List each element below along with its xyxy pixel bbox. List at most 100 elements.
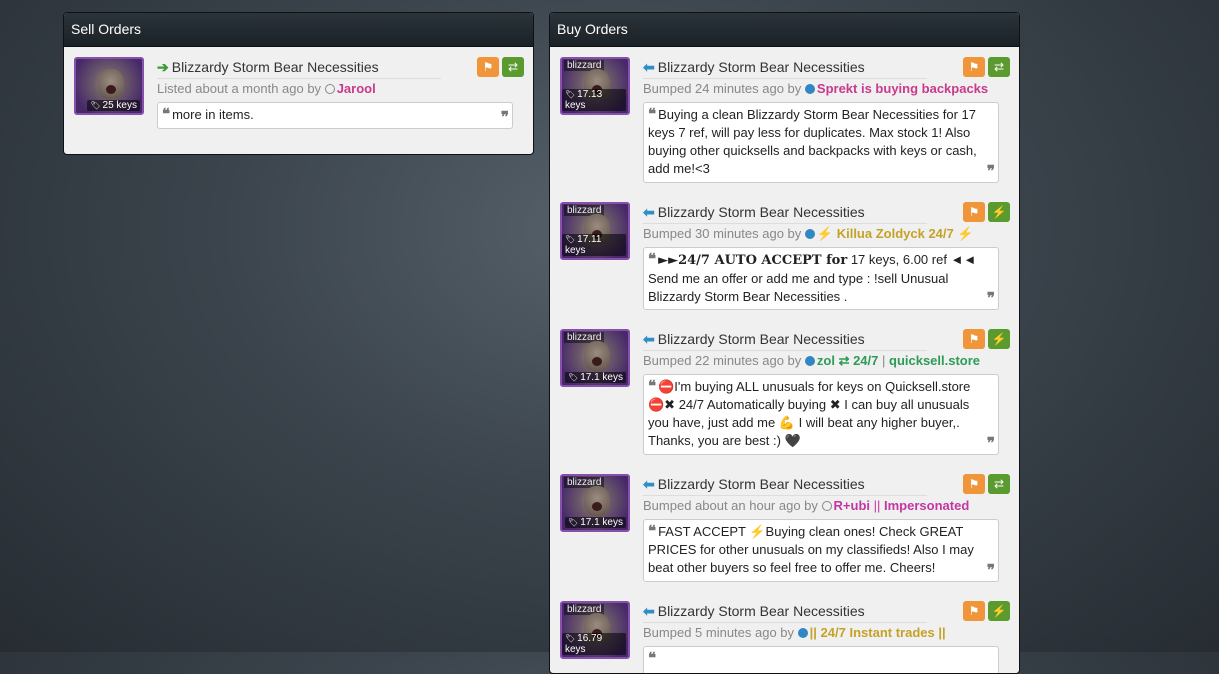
buy-orders-panel: Buy Orders blizzard 🏷 17.13 keys ⬅ Blizzar… (549, 12, 1020, 674)
quote-close-icon: ❞ (500, 109, 509, 126)
item-thumbnail[interactable]: blizzard 🏷 17.11 keys (560, 202, 630, 260)
user-link[interactable]: Jarool (337, 81, 376, 96)
tag-icon: 🏷 (568, 518, 579, 527)
user-extra-link[interactable]: quicksell.store (889, 353, 980, 368)
item-title[interactable]: ⬅ Blizzardy Storm Bear Necessities (643, 476, 927, 496)
arrow-left-icon: ⬅ (643, 476, 655, 492)
trade-offer-button[interactable]: ⇄ (988, 57, 1010, 77)
arrow-right-icon: ➔ (157, 59, 169, 75)
listing-meta: Bumped 30 minutes ago by ⚡ Killua Zoldyc… (643, 226, 974, 241)
user-link[interactable]: zol ⇄ 24/7 (817, 353, 878, 368)
user-link[interactable]: ⚡ Killua Zoldyck 24/7 ⚡ (817, 226, 974, 241)
quote-close-icon: ❞ (986, 290, 995, 307)
quote-close-icon: ❞ (986, 435, 995, 452)
status-online-icon (804, 356, 815, 366)
arrow-left-icon: ⬅ (643, 204, 655, 220)
listing-comment: ❝ Buying a clean Blizzardy Storm Bear Nec… (643, 102, 999, 183)
lightning-icon: ⚡ (991, 332, 1007, 346)
flag-button[interactable]: ⚑ (477, 57, 499, 77)
flag-icon: ⚑ (968, 205, 980, 219)
item-title[interactable]: ➔ Blizzardy Storm Bear Necessities (157, 59, 441, 79)
quote-open-icon: ❝ (162, 106, 171, 123)
listing-comment: ❝ ►►24/7 AUTO ACCEPT for 17 keys, 6.00 re… (643, 247, 999, 310)
instant-trade-button[interactable]: ⚡ (988, 329, 1010, 349)
exchange-icon: ⇄ (507, 60, 519, 74)
sell-orders-header: Sell Orders (64, 13, 533, 47)
price-badge: 🏷 17.13 keys (562, 89, 626, 111)
quote-open-icon: ❝ (648, 251, 657, 268)
flag-icon: ⚑ (482, 60, 494, 74)
listing-actions: ⚑ ⇄ (960, 57, 1010, 77)
status-offline-icon (324, 84, 335, 94)
listing-actions: ⚑ ⚡ (960, 329, 1010, 349)
price-badge: 🏷 17.1 keys (565, 372, 626, 383)
item-thumbnail[interactable]: blizzard 🏷 17.1 keys (560, 329, 630, 387)
tag-icon: 🏷 (565, 90, 576, 99)
listing-actions: ⚑ ⇄ (474, 57, 524, 77)
flag-button[interactable]: ⚑ (963, 202, 985, 222)
item-thumbnail[interactable]: blizzard 🏷 16.79 keys (560, 601, 630, 659)
flag-icon: ⚑ (968, 60, 980, 74)
instant-trade-button[interactable]: ⚡ (988, 601, 1010, 621)
sell-orders-panel: Sell Orders 🏷 25 keys ➔ Blizzardy Storm Be… (63, 12, 534, 155)
arrow-left-icon: ⬅ (643, 603, 655, 619)
bear-icon (584, 341, 610, 371)
status-online-icon (804, 229, 815, 239)
item-title[interactable]: ⬅ Blizzardy Storm Bear Necessities (643, 59, 927, 79)
status-online-icon (797, 628, 808, 638)
trade-offer-button[interactable]: ⇄ (502, 57, 524, 77)
tag-icon: 🏷 (565, 634, 576, 643)
listing-meta: Listed about a month ago by Jarool (157, 81, 376, 96)
tag-icon: 🏷 (568, 373, 579, 382)
status-online-icon (804, 84, 815, 94)
quote-open-icon: ❝ (648, 106, 657, 123)
user-link[interactable]: R+ubi (834, 498, 870, 513)
exchange-icon: ⇄ (993, 60, 1005, 74)
flag-button[interactable]: ⚑ (963, 329, 985, 349)
lightning-icon: ⚡ (991, 205, 1007, 219)
item-title[interactable]: ⬅ Blizzardy Storm Bear Necessities (643, 331, 927, 351)
listing-comment: ❝ (643, 646, 999, 673)
instant-trade-button[interactable]: ⚡ (988, 202, 1010, 222)
trade-offer-button[interactable]: ⇄ (988, 474, 1010, 494)
price-badge: 🏷 17.11 keys (562, 234, 626, 256)
listing-actions: ⚑ ⚡ (960, 601, 1010, 621)
listing-actions: ⚑ ⇄ (960, 474, 1010, 494)
listing-meta: Bumped 22 minutes ago by zol ⇄ 24/7 | qu… (643, 353, 981, 368)
tag-icon: 🏷 (565, 235, 576, 244)
price-badge: 🏷 17.1 keys (565, 517, 626, 528)
quote-open-icon: ❝ (648, 378, 657, 395)
arrow-left-icon: ⬅ (643, 59, 655, 75)
listing-comment: ❝ FAST ACCEPT ⚡Buying clean ones! Check G… (643, 519, 999, 582)
item-title[interactable]: ⬅ Blizzardy Storm Bear Necessities (643, 204, 927, 224)
quote-close-icon: ❞ (986, 163, 995, 180)
bear-icon (584, 486, 610, 516)
status-offline-icon (821, 501, 832, 511)
exchange-icon: ⇄ (993, 477, 1005, 491)
item-title[interactable]: ⬅ Blizzardy Storm Bear Necessities (643, 603, 927, 623)
flag-icon: ⚑ (968, 477, 980, 491)
quote-close-icon: ❞ (986, 562, 995, 579)
quote-open-icon: ❝ (648, 650, 657, 667)
user-link[interactable]: || 24/7 Instant trades || (810, 625, 946, 640)
quote-open-icon: ❝ (648, 523, 657, 540)
item-thumbnail[interactable]: blizzard 🏷 17.13 keys (560, 57, 630, 115)
listing-meta: Bumped 5 minutes ago by || 24/7 Instant … (643, 625, 946, 640)
flag-button[interactable]: ⚑ (963, 474, 985, 494)
user-extra-link[interactable]: Impersonated (884, 498, 969, 513)
item-thumbnail[interactable]: 🏷 25 keys (74, 57, 144, 115)
buy-orders-header: Buy Orders (550, 13, 1019, 47)
listing-actions: ⚑ ⚡ (960, 202, 1010, 222)
item-thumbnail[interactable]: blizzard 🏷 17.1 keys (560, 474, 630, 532)
flag-icon: ⚑ (968, 332, 980, 346)
flag-button[interactable]: ⚑ (963, 57, 985, 77)
flag-button[interactable]: ⚑ (963, 601, 985, 621)
user-link[interactable]: Sprekt is buying backpacks (817, 81, 988, 96)
listing-comment: ❝ more in items. ❞ (157, 102, 513, 129)
bear-icon (98, 69, 124, 99)
lightning-icon: ⚡ (991, 604, 1007, 618)
listing-meta: Bumped about an hour ago by R+ubi || Imp… (643, 498, 970, 513)
flag-icon: ⚑ (968, 604, 980, 618)
listing-comment: ❝ ⛔I'm buying ALL unusuals for keys on Qu… (643, 374, 999, 455)
listing-meta: Bumped 24 minutes ago by Sprekt is buyin… (643, 81, 989, 96)
